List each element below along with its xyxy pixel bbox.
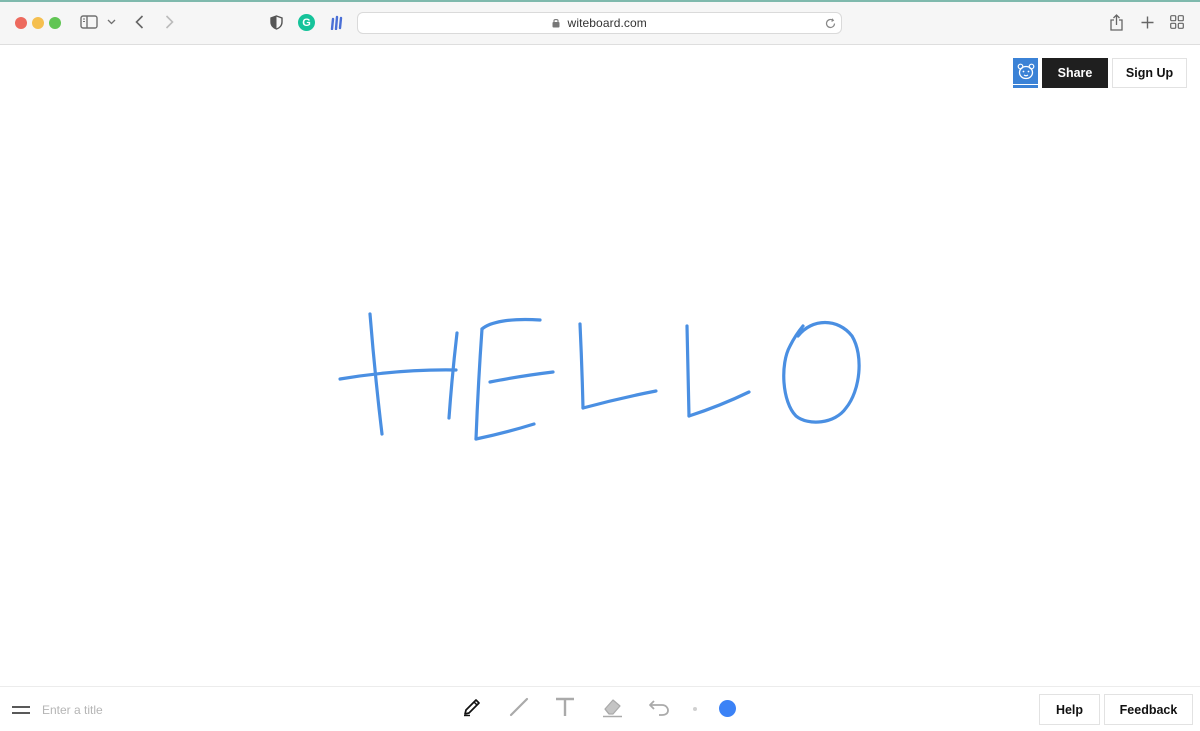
bear-logo-icon: [1013, 58, 1038, 84]
share-sheet-icon[interactable]: [1108, 13, 1124, 31]
undo-icon: [648, 697, 670, 722]
help-button[interactable]: Help: [1039, 694, 1100, 725]
witeboard-logo[interactable]: [1013, 58, 1038, 88]
stroke-l1-vertical: [578, 322, 585, 410]
stroke-e-middle: [488, 370, 555, 384]
reload-icon[interactable]: [824, 17, 837, 30]
forward-arrow-icon[interactable]: [162, 14, 176, 30]
bottom-toolbar: Help Feedback: [0, 686, 1200, 731]
feedback-button[interactable]: Feedback: [1104, 694, 1193, 725]
maximize-window-button[interactable]: [49, 17, 61, 29]
stroke-e-top: [480, 317, 542, 331]
logo-underline: [1013, 85, 1038, 88]
stroke-e-spine: [474, 327, 484, 441]
minimize-window-button[interactable]: [32, 17, 44, 29]
brush-size-button[interactable]: [693, 707, 697, 711]
address-text: witeboard.com: [358, 16, 841, 30]
address-bar[interactable]: witeboard.com: [357, 12, 842, 34]
tab-overview-icon[interactable]: [1169, 14, 1185, 30]
sign-up-button[interactable]: Sign Up: [1112, 58, 1187, 88]
stroke-e-bottom: [474, 422, 536, 441]
back-arrow-icon[interactable]: [132, 14, 146, 30]
eraser-icon: [600, 696, 624, 723]
menu-icon[interactable]: [12, 702, 30, 716]
pencil-icon: [461, 696, 483, 723]
line-icon: [508, 696, 530, 723]
color-picker-button[interactable]: [719, 700, 736, 717]
hello-drawing: [338, 312, 861, 441]
url-text: witeboard.com: [567, 16, 647, 30]
extension-bars-icon[interactable]: [329, 14, 345, 31]
chevron-down-icon[interactable]: [106, 17, 116, 27]
stroke-o: [782, 321, 861, 424]
stroke-l2-vertical: [685, 324, 691, 418]
text-icon: [554, 696, 576, 723]
grammarly-extension-icon[interactable]: G: [298, 14, 315, 31]
line-tool-button[interactable]: [505, 695, 533, 723]
undo-button[interactable]: [645, 695, 673, 723]
lock-icon: [552, 16, 567, 30]
share-button[interactable]: Share: [1042, 58, 1108, 88]
stroke-h-crossbar: [338, 368, 458, 381]
text-tool-button[interactable]: [551, 695, 579, 723]
stroke-l1-base: [581, 389, 658, 410]
sidebar-toggle-icon[interactable]: [80, 14, 98, 30]
browser-toolbar: G witeboard.com: [0, 0, 1200, 45]
stroke-l2-base: [687, 390, 751, 418]
new-tab-icon[interactable]: [1139, 14, 1155, 30]
privacy-shield-icon[interactable]: [268, 14, 284, 31]
pencil-tool-button[interactable]: [458, 695, 486, 723]
eraser-tool-button[interactable]: [598, 695, 626, 723]
stroke-h-right: [447, 331, 459, 420]
window-accent-line: [0, 0, 1200, 2]
close-window-button[interactable]: [15, 17, 27, 29]
title-input[interactable]: [40, 699, 244, 721]
whiteboard-canvas[interactable]: [0, 46, 1200, 686]
